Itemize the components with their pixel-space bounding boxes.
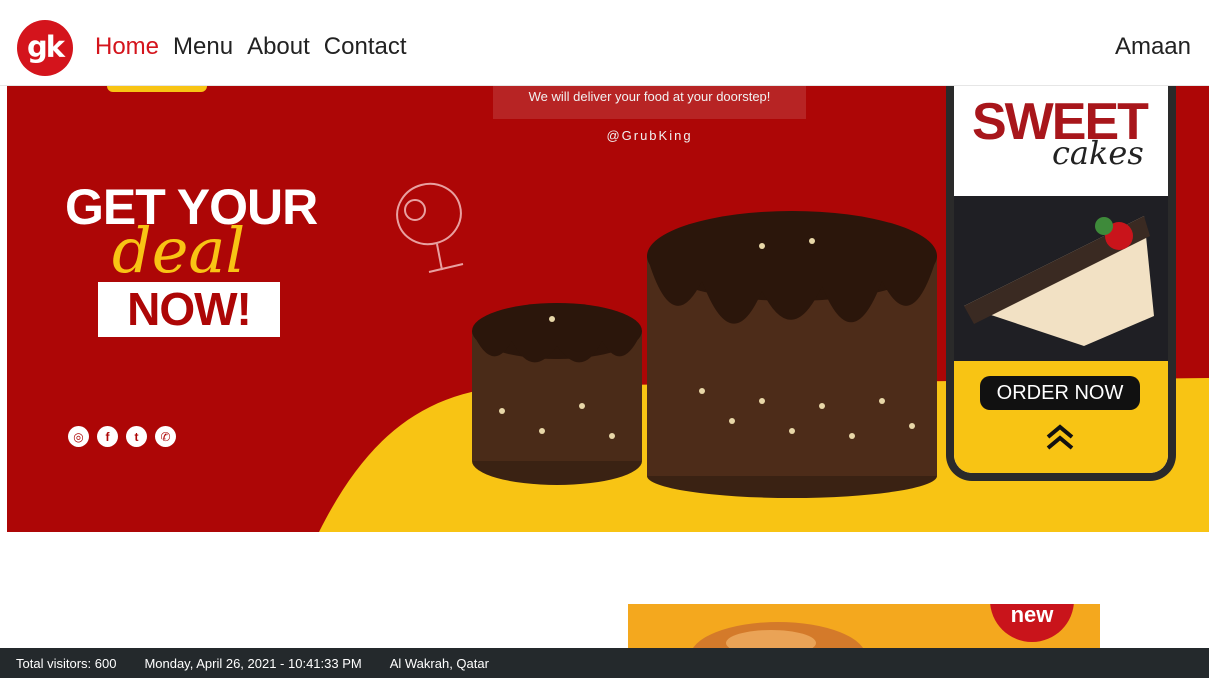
logo-text: gk	[26, 30, 65, 64]
visitor-count: Total visitors: 600	[16, 655, 117, 671]
current-datetime: Monday, April 26, 2021 - 10:41:33 PM	[144, 655, 362, 671]
nav-menu[interactable]: Menu	[173, 33, 233, 61]
headline-now-box: NOW!	[98, 282, 280, 337]
status-bar: Total visitors: 600 Monday, April 26, 20…	[0, 648, 1209, 678]
cheesecake-image	[954, 196, 1168, 366]
main-nav: Home Menu About Contact	[95, 33, 407, 61]
nav-contact[interactable]: Contact	[324, 33, 407, 61]
order-now-button[interactable]: ORDER NOW	[980, 376, 1140, 410]
double-chevron-up-icon	[1046, 424, 1074, 450]
new-badge: new	[990, 604, 1074, 642]
instagram-icon[interactable]: ◎	[68, 426, 89, 447]
top-arc-decoration	[107, 86, 207, 92]
headline-deal: deal	[112, 214, 246, 287]
nav-home[interactable]: Home	[95, 33, 159, 61]
top-navbar: gk Home Menu About Contact Amaan	[0, 0, 1209, 86]
nav-about[interactable]: About	[247, 33, 310, 61]
phone-screen: SWEET cakes ORDER NOW	[954, 86, 1168, 473]
facebook-icon[interactable]: f	[97, 426, 118, 447]
whatsapp-icon[interactable]: ✆	[155, 426, 176, 447]
headline-now: NOW!	[127, 283, 252, 335]
delivery-tagline: We will deliver your food at your doorst…	[493, 86, 806, 119]
hero-banner[interactable]: We will deliver your food at your doorst…	[7, 86, 1209, 532]
social-handle: @GrubKing	[606, 128, 693, 143]
chocolate-cakes-image	[472, 211, 937, 498]
brand-logo[interactable]: gk	[17, 20, 73, 76]
phone-mockup: SWEET cakes ORDER NOW	[946, 86, 1176, 481]
user-name[interactable]: Amaan	[1115, 33, 1191, 61]
user-location: Al Wakrah, Qatar	[389, 655, 489, 671]
social-icons: ◎ f t ✆	[68, 426, 176, 447]
cakes-subtitle: cakes	[1052, 134, 1144, 172]
twitter-icon[interactable]: t	[126, 426, 147, 447]
